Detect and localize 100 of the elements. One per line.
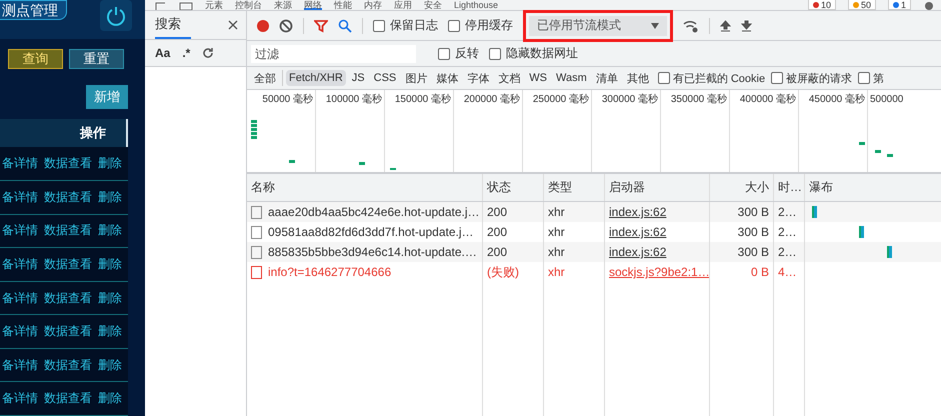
action-link[interactable]: 备详情 — [2, 222, 38, 240]
table-cell: xhr — [544, 262, 605, 282]
action-link[interactable]: 删除 — [98, 390, 122, 408]
timeline-label: 450000 毫秒 — [808, 94, 866, 105]
initiator-link[interactable]: sockjs.js?9be2:1… — [609, 265, 709, 279]
panel-tab[interactable]: 来源 — [274, 0, 292, 10]
panel-tab[interactable]: 元素 — [205, 0, 223, 10]
filter-icon[interactable] — [314, 18, 328, 32]
column-header[interactable]: 启动器 — [605, 174, 710, 201]
panel-tab[interactable]: 网络 — [304, 0, 322, 10]
timeline-label: 350000 毫秒 — [670, 94, 728, 105]
checkbox-option[interactable]: 隐藏数据网址 — [489, 45, 578, 62]
type-filter-button[interactable]: Wasm — [553, 70, 590, 86]
download-icon[interactable] — [741, 20, 752, 32]
action-link[interactable]: 数据查看 — [44, 155, 92, 172]
initiator-link[interactable]: index.js:62 — [609, 245, 666, 259]
table-cell[interactable]: info?t=1646277704666 — [268, 262, 392, 282]
action-link[interactable]: 备详情 — [2, 290, 38, 306]
table-cell: 2… — [774, 202, 805, 222]
close-icon[interactable] — [228, 20, 238, 30]
type-filter-button[interactable]: Fetch/XHR — [286, 70, 346, 86]
action-link[interactable]: 数据查看 — [44, 356, 92, 374]
add-button[interactable]: 新增 — [86, 85, 128, 110]
panel-tab[interactable]: 性能 — [334, 0, 352, 10]
action-link[interactable]: 备详情 — [2, 188, 38, 206]
initiator-link[interactable]: index.js:62 — [609, 225, 666, 239]
query-button[interactable]: 查询 — [8, 49, 63, 70]
table-cell: 2… — [774, 242, 805, 262]
clear-icon[interactable] — [279, 18, 293, 32]
panel-tab[interactable]: 应用 — [394, 0, 412, 10]
action-link[interactable]: 删除 — [98, 188, 122, 206]
column-header[interactable]: 时… — [774, 174, 805, 201]
dropdown-icon — [651, 22, 659, 28]
action-link[interactable]: 删除 — [98, 155, 122, 172]
type-filter-button[interactable]: WS — [526, 70, 550, 86]
action-link[interactable]: 数据查看 — [44, 323, 92, 340]
request-file-icon — [251, 206, 262, 218]
panel-tab[interactable]: 内存 — [364, 0, 382, 10]
type-filter-button[interactable]: CSS — [370, 70, 400, 86]
request-file-icon — [251, 226, 262, 238]
action-link[interactable]: 删除 — [98, 290, 122, 306]
action-link[interactable]: 备详情 — [2, 323, 38, 340]
panel-tab[interactable]: 控制台 — [235, 0, 262, 10]
action-link[interactable]: 删除 — [98, 356, 122, 374]
table-cell[interactable]: 885835b5bbe3d94e6c14.hot-update.… — [268, 242, 477, 262]
column-header[interactable]: 名称 — [247, 174, 483, 201]
column-header[interactable]: 大小 — [710, 174, 774, 201]
column-header[interactable]: 状态 — [483, 174, 544, 201]
checkbox-option[interactable]: 保留日志 — [373, 17, 438, 34]
action-link[interactable]: 数据查看 — [44, 256, 92, 273]
action-link[interactable]: 备详情 — [2, 390, 38, 408]
column-header[interactable]: 类型 — [544, 174, 605, 201]
table-cell: 300 B — [710, 242, 774, 262]
initiator-link[interactable]: index.js:62 — [609, 205, 666, 219]
checkbox-option[interactable]: 被屏蔽的请求 — [771, 70, 852, 86]
throttling-select[interactable]: 已停用节流模式 — [529, 16, 667, 36]
issue-count-badge[interactable]: 10 — [808, 0, 836, 10]
action-link[interactable]: 删除 — [98, 222, 122, 240]
action-link[interactable]: 备详情 — [2, 256, 38, 273]
checkbox-option[interactable]: 第 — [858, 70, 884, 86]
action-link[interactable]: 删除 — [98, 256, 122, 273]
type-filter-button[interactable]: 媒体 — [433, 68, 462, 88]
action-link[interactable]: 数据查看 — [44, 390, 92, 408]
action-link[interactable]: 数据查看 — [44, 290, 92, 306]
timeline-label: 400000 毫秒 — [738, 94, 797, 105]
search-option[interactable]: .* — [182, 46, 190, 60]
action-link[interactable]: 备详情 — [2, 155, 38, 172]
search-icon[interactable] — [338, 18, 352, 32]
type-filter-button[interactable]: 字体 — [464, 68, 492, 88]
checkbox-option[interactable]: 有已拦截的 Cookie — [658, 70, 766, 86]
checkbox-option[interactable]: 反转 — [438, 45, 479, 62]
type-filter-button[interactable]: 图片 — [402, 68, 430, 88]
issue-count-badge[interactable]: 1 — [888, 0, 911, 10]
panel-tab[interactable]: 安全 — [424, 0, 442, 10]
upload-icon[interactable] — [720, 20, 731, 32]
filter-field[interactable]: 过滤 — [251, 44, 416, 62]
action-link[interactable]: 数据查看 — [44, 222, 92, 240]
table-header: 操作 — [0, 119, 128, 148]
type-filter-button[interactable]: 其他 — [624, 68, 652, 88]
issue-count-badge[interactable]: 50 — [848, 0, 876, 10]
type-filter-button[interactable]: 文档 — [495, 68, 524, 88]
column-header[interactable]: 瀑布 — [805, 174, 941, 201]
power-button[interactable] — [100, 0, 132, 31]
table-cell[interactable]: aaae20db4aa5bc424e6e.hot-update.j… — [268, 202, 480, 222]
reset-button[interactable]: 重置 — [69, 49, 124, 70]
timeline-label: 500000 — [869, 94, 904, 105]
search-tab[interactable]: 搜索 — [155, 11, 191, 39]
action-link[interactable]: 备详情 — [2, 356, 38, 374]
checkbox-option[interactable]: 停用缓存 — [448, 17, 513, 34]
search-option[interactable]: Aa — [155, 46, 170, 60]
record-button[interactable] — [257, 20, 269, 32]
refresh-icon[interactable] — [202, 47, 214, 59]
panel-tab[interactable]: Lighthouse — [454, 0, 498, 10]
timeline-label: 250000 毫秒 — [532, 94, 590, 105]
type-filter-button[interactable]: 清单 — [592, 68, 621, 88]
action-link[interactable]: 数据查看 — [44, 188, 92, 206]
type-filter-button[interactable]: 全部 — [251, 68, 279, 88]
table-cell[interactable]: 09581aa8d82fd6d3dd7f.hot-update.j… — [268, 222, 474, 242]
action-link[interactable]: 删除 — [98, 323, 122, 340]
type-filter-button[interactable]: JS — [348, 70, 368, 86]
